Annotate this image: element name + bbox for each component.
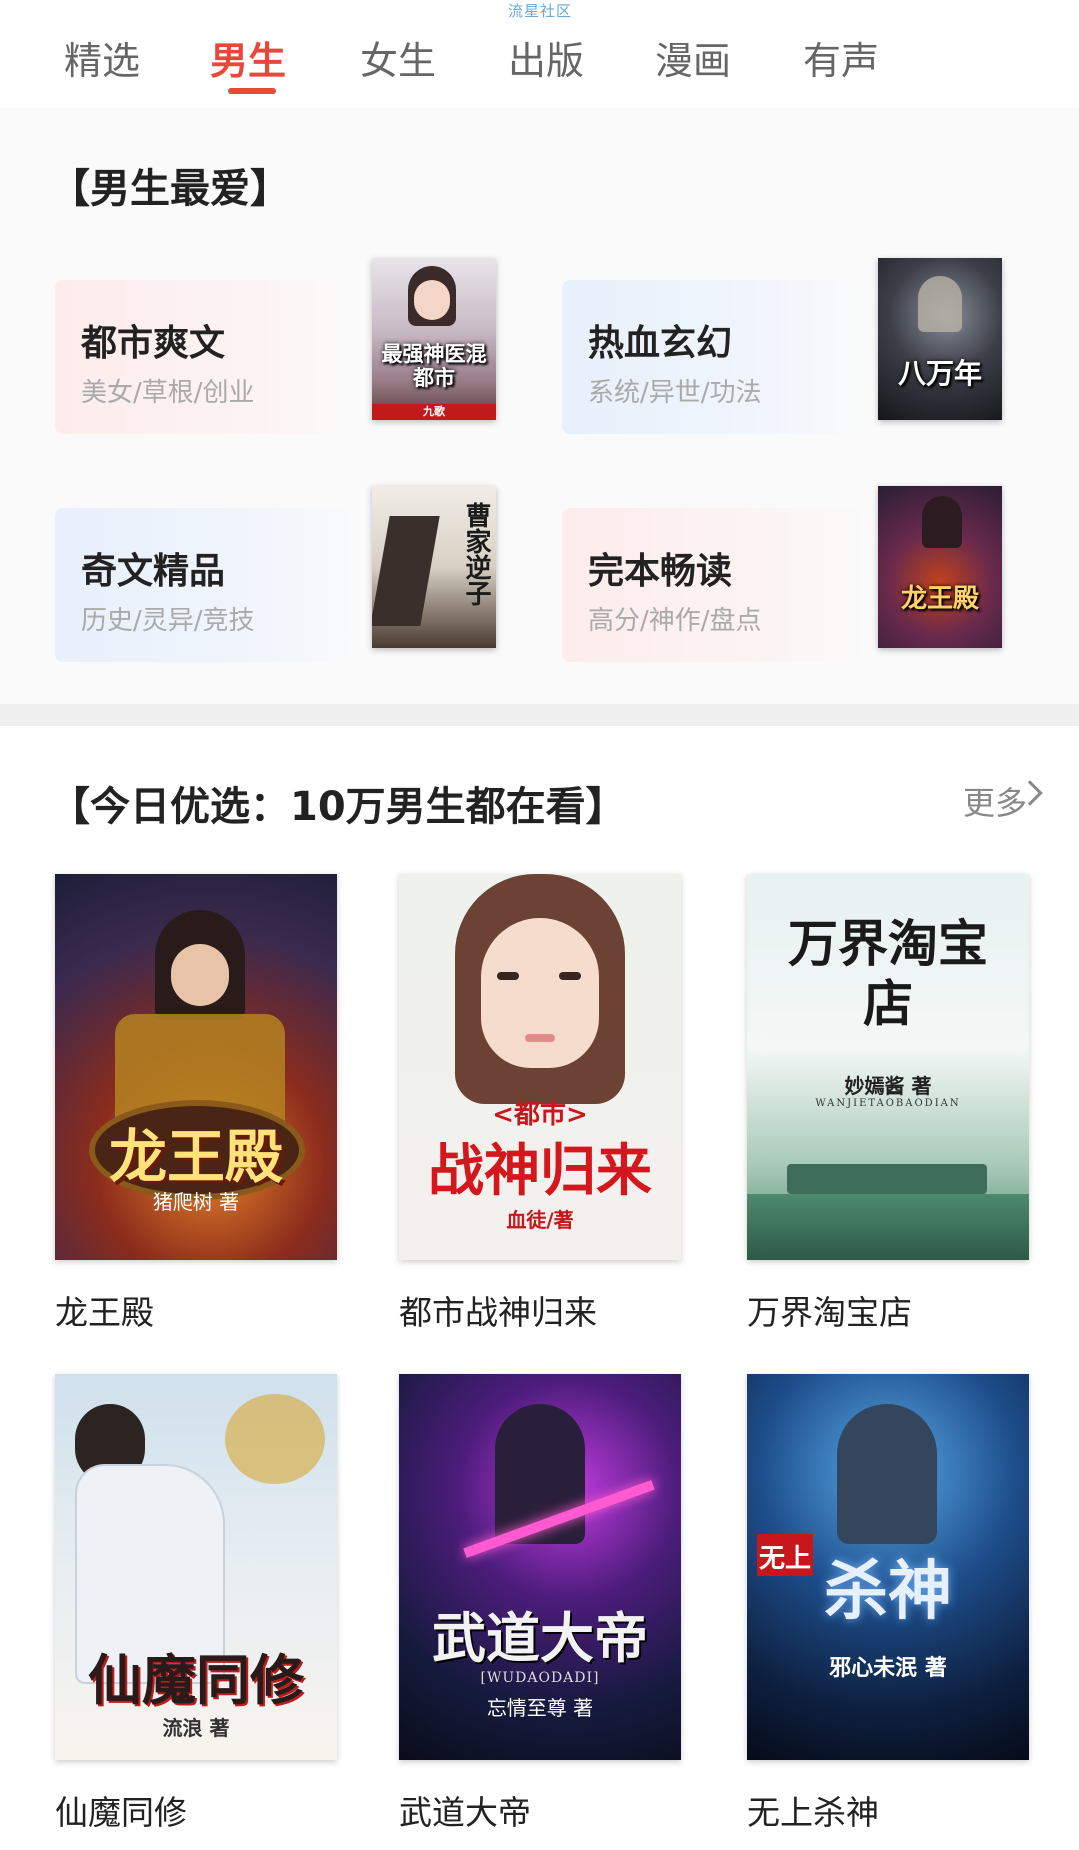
tab-publish[interactable]: 出版 (508, 30, 584, 85)
category-name: 奇文精品 (81, 551, 226, 592)
book-item[interactable]: 无上 杀神 邪心未泯 著 无上杀神 (747, 1374, 1029, 1834)
book-cover[interactable]: 仙魔同修 流浪 著 (55, 1374, 337, 1760)
book-item[interactable]: 仙魔同修 流浪 著 仙魔同修 (55, 1374, 337, 1834)
cover-title: 武道大帝 (432, 1606, 648, 1670)
cover-pinyin: WANJIETAOBAODIAN (815, 1098, 961, 1109)
today-picks-title: 【今日优选：10万男生都在看】 (50, 784, 626, 830)
category-tags: 历史/灵异/竞技 (81, 606, 255, 636)
category-card-special[interactable]: 奇文精品 历史/灵异/竞技 (55, 508, 363, 662)
category-card-fantasy[interactable]: 热血玄幻 系统/异世/功法 (562, 280, 870, 434)
cover-title: 最强神医混都市 (381, 341, 487, 390)
tab-male[interactable]: 男生 (210, 30, 286, 85)
cover-title: 杀神 (824, 1554, 952, 1629)
cover-author: 九歌 (423, 405, 445, 418)
cover-title: 仙魔同修 (88, 1648, 304, 1712)
tab-featured[interactable]: 精选 (64, 30, 140, 85)
category-tags: 美女/草根/创业 (81, 378, 255, 408)
book-cover[interactable]: 武道大帝 [WUDAODADI] 忘情至尊 著 (399, 1374, 681, 1760)
more-link[interactable]: 更多 (963, 778, 1027, 824)
cover-title: 万界淘宝店 (788, 914, 988, 1033)
cover-author: 猪爬树 著 (152, 1190, 240, 1214)
cover-author: 妙嫣酱 著 (844, 1074, 932, 1098)
cover-author: 邪心未泯 著 (829, 1655, 947, 1681)
tab-audio[interactable]: 有声 (803, 30, 879, 85)
category-cover-special[interactable]: 曹家逆子 (372, 486, 496, 648)
book-title[interactable]: 龙王殿 (55, 1286, 337, 1334)
tab-female[interactable]: 女生 (360, 30, 436, 85)
cover-author: 血徒/著 (506, 1208, 574, 1232)
category-name: 都市爽文 (81, 323, 226, 364)
book-title[interactable]: 都市战神归来 (399, 1286, 681, 1334)
cover-pinyin: [WUDAODADI] (480, 1670, 600, 1686)
book-cover[interactable]: 龙王殿 猪爬树 著 (55, 874, 337, 1260)
category-cover-urban[interactable]: 最强神医混都市 九歌 (372, 258, 496, 420)
book-item[interactable]: 武道大帝 [WUDAODADI] 忘情至尊 著 武道大帝 (399, 1374, 681, 1834)
category-cover-fantasy[interactable]: 八万年 (878, 258, 1002, 420)
book-title[interactable]: 武道大帝 (399, 1786, 681, 1834)
cover-title: 龙王殿 (108, 1123, 283, 1191)
category-tags: 系统/异世/功法 (588, 378, 762, 408)
book-cover[interactable]: 无上 杀神 邪心未泯 著 (747, 1374, 1029, 1760)
category-card-completed[interactable]: 完本畅读 高分/神作/盘点 (562, 508, 870, 662)
watermark-text: 流星社区 (508, 2, 573, 20)
tab-comics[interactable]: 漫画 (655, 30, 731, 85)
book-title[interactable]: 万界淘宝店 (747, 1286, 1029, 1334)
cover-title: 曹家逆子 (461, 502, 491, 606)
book-item[interactable]: 龙王殿 猪爬树 著 龙王殿 (55, 874, 337, 1334)
book-title[interactable]: 无上杀神 (747, 1786, 1029, 1834)
cover-title: 战神归来 (428, 1138, 652, 1204)
section-divider (0, 704, 1079, 726)
book-item[interactable]: 万界淘宝店 妙嫣酱 著 WANJIETAOBAODIAN 万界淘宝店 (747, 874, 1029, 1334)
category-name: 热血玄幻 (588, 323, 733, 364)
favorites-title: 【男生最爱】 (50, 166, 290, 212)
category-cover-completed[interactable]: 龙王殿 (878, 486, 1002, 648)
today-picks-section: 【今日优选：10万男生都在看】 更多 龙王殿 猪爬树 著 龙王殿 <都市> 战神… (0, 726, 1079, 1850)
book-item[interactable]: <都市> 战神归来 血徒/著 都市战神归来 (399, 874, 681, 1334)
book-title[interactable]: 仙魔同修 (55, 1786, 337, 1834)
category-tags: 高分/神作/盘点 (588, 606, 762, 636)
category-name: 完本畅读 (588, 551, 733, 592)
active-tab-indicator (228, 88, 276, 94)
category-card-urban[interactable]: 都市爽文 美女/草根/创业 (55, 280, 363, 434)
cover-title: 八万年 (897, 357, 982, 390)
cover-author: 流浪 著 (162, 1716, 230, 1740)
top-tab-bar: 流星社区 精选 男生 女生 出版 漫画 有声 (0, 0, 1079, 108)
cover-title: 龙王殿 (900, 584, 979, 614)
book-cover[interactable]: <都市> 战神归来 血徒/著 (399, 874, 681, 1260)
book-cover[interactable]: 万界淘宝店 妙嫣酱 著 WANJIETAOBAODIAN (747, 874, 1029, 1260)
favorites-section: 【男生最爱】 都市爽文 美女/草根/创业 最强神医混都市 九歌 热血玄幻 系统/… (0, 108, 1079, 704)
cover-author: 忘情至尊 著 (486, 1696, 594, 1720)
